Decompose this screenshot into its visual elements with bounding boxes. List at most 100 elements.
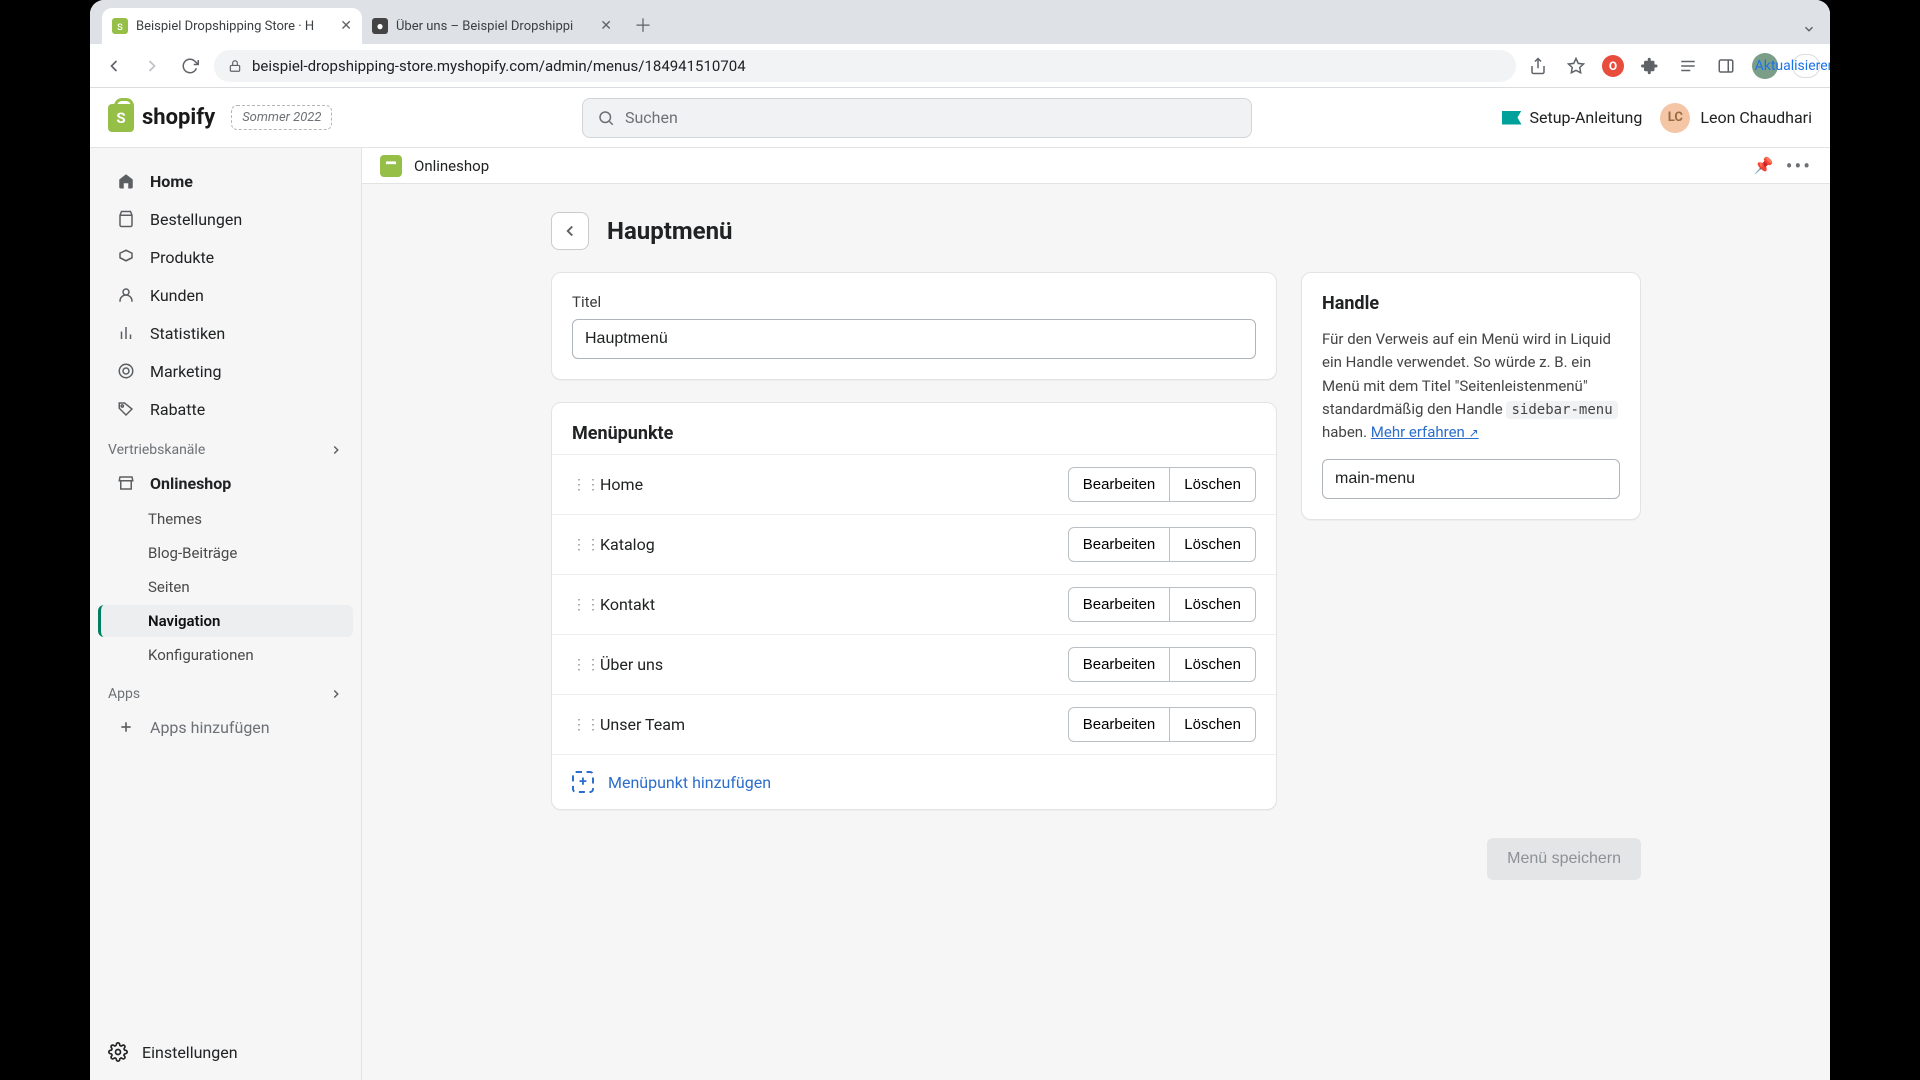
drag-handle-icon[interactable]: ⋮⋮ (572, 657, 586, 673)
drag-handle-icon[interactable]: ⋮⋮ (572, 717, 586, 733)
reading-list-icon[interactable] (1676, 54, 1700, 78)
menu-item-label: Kontakt (600, 595, 1054, 614)
link-text: Mehr erfahren (1371, 423, 1465, 441)
section-label: Vertriebskanäle (108, 442, 205, 458)
drag-handle-icon[interactable]: ⋮⋮ (572, 597, 586, 613)
sidebar-item-settings[interactable]: Einstellungen (108, 1042, 343, 1062)
share-icon[interactable] (1526, 54, 1550, 78)
customers-icon (116, 285, 136, 305)
new-tab-button[interactable]: ＋ (628, 10, 658, 40)
flag-icon (1502, 111, 1522, 125)
drag-handle-icon[interactable]: ⋮⋮ (572, 477, 586, 493)
sidebar-item-analytics[interactable]: Statistiken (98, 315, 353, 351)
sidebar-item-orders[interactable]: Bestellungen (98, 201, 353, 237)
shopify-bag-icon (108, 104, 134, 132)
chevron-down-icon[interactable] (1802, 22, 1816, 36)
desc-code: sidebar-menu (1506, 401, 1617, 419)
drag-handle-icon[interactable]: ⋮⋮ (572, 537, 586, 553)
chevron-right-icon[interactable] (329, 443, 343, 457)
edit-button[interactable]: Bearbeiten (1068, 527, 1171, 562)
adblock-icon[interactable]: O (1602, 55, 1624, 77)
sidebar-sub-blog[interactable]: Blog-Beiträge (98, 537, 353, 569)
search-placeholder: Suchen (625, 108, 678, 127)
pin-icon[interactable]: 📌 (1754, 156, 1774, 175)
address-bar[interactable]: beispiel-dropshipping-store.myshopify.co… (214, 50, 1516, 82)
delete-button[interactable]: Löschen (1170, 707, 1256, 742)
section-label: Apps (108, 686, 140, 702)
marketing-icon (116, 361, 136, 381)
back-icon[interactable] (100, 52, 128, 80)
delete-button[interactable]: Löschen (1170, 467, 1256, 502)
sidebar: Home Bestellungen Produkte Kunden Statis… (90, 148, 362, 1080)
handle-description: Für den Verweis auf ein Menü wird in Liq… (1322, 328, 1620, 445)
learn-more-link[interactable]: Mehr erfahren ↗ (1371, 423, 1479, 441)
handle-card: Handle Für den Verweis auf ein Menü wird… (1301, 272, 1641, 520)
forward-icon[interactable] (138, 52, 166, 80)
context-label: Onlineshop (414, 157, 489, 175)
back-button[interactable] (551, 212, 589, 250)
sidebar-item-home[interactable]: Home (98, 163, 353, 199)
context-bar: Onlineshop 📌 ••• (362, 148, 1830, 184)
setup-guide-button[interactable]: Setup-Anleitung (1502, 108, 1643, 127)
sidebar-item-marketing[interactable]: Marketing (98, 353, 353, 389)
delete-button[interactable]: Löschen (1170, 527, 1256, 562)
edit-button[interactable]: Bearbeiten (1068, 707, 1171, 742)
save-menu-button[interactable]: Menü speichern (1487, 838, 1641, 880)
sidebar-sub-pages[interactable]: Seiten (98, 571, 353, 603)
edit-button[interactable]: Bearbeiten (1068, 467, 1171, 502)
plus-icon (116, 717, 136, 737)
menu-item-row: ⋮⋮ Über uns Bearbeiten Löschen (552, 634, 1276, 694)
sidebar-item-onlineshop[interactable]: Onlineshop (98, 465, 353, 501)
sidebar-item-discounts[interactable]: Rabatte (98, 391, 353, 427)
delete-button[interactable]: Löschen (1170, 587, 1256, 622)
url-text: beispiel-dropshipping-store.myshopify.co… (252, 57, 746, 75)
sidebar-item-label: Marketing (150, 362, 221, 381)
discounts-icon (116, 399, 136, 419)
browser-tab-inactive[interactable]: ● Über uns – Beispiel Dropshippi ✕ (362, 8, 622, 44)
menu-item-label: Home (600, 475, 1054, 494)
browser-tab-strip: s Beispiel Dropshipping Store · H ✕ ● Üb… (90, 0, 1830, 44)
sidebar-item-label: Onlineshop (150, 474, 231, 493)
edit-button[interactable]: Bearbeiten (1068, 647, 1171, 682)
sidebar-item-label: Apps hinzufügen (150, 718, 270, 737)
sidebar-sub-preferences[interactable]: Konfigurationen (98, 639, 353, 671)
sidebar-item-label: Bestellungen (150, 210, 242, 229)
add-menu-item-button[interactable]: + Menüpunkt hinzufügen (552, 754, 1276, 809)
user-menu[interactable]: LC Leon Chaudhari (1660, 103, 1812, 133)
edit-button[interactable]: Bearbeiten (1068, 587, 1171, 622)
sidebar-item-label: Kunden (150, 286, 204, 305)
home-icon (116, 171, 136, 191)
close-icon[interactable]: ✕ (340, 18, 352, 34)
sidebar-sub-themes[interactable]: Themes (98, 503, 353, 535)
chevron-right-icon[interactable] (329, 687, 343, 701)
browser-tab-active[interactable]: s Beispiel Dropshipping Store · H ✕ (102, 8, 362, 44)
plus-dashed-icon: + (572, 771, 594, 793)
sidebar-sub-navigation[interactable]: Navigation (98, 605, 353, 637)
close-icon[interactable]: ✕ (600, 18, 612, 34)
sidebar-item-products[interactable]: Produkte (98, 239, 353, 275)
sidebar-item-add-apps[interactable]: Apps hinzufügen (98, 709, 353, 745)
settings-label: Einstellungen (142, 1043, 238, 1062)
menu-item-label: Über uns (600, 655, 1054, 674)
store-icon (116, 473, 136, 493)
sidepanel-icon[interactable] (1714, 54, 1738, 78)
sidebar-item-customers[interactable]: Kunden (98, 277, 353, 313)
menu-title-input[interactable] (572, 319, 1256, 359)
handle-input[interactable] (1322, 459, 1620, 499)
gear-icon (108, 1042, 128, 1062)
shopify-logo[interactable]: shopify (108, 104, 215, 132)
page-title: Hauptmenü (607, 217, 733, 245)
menu-item-label: Unser Team (600, 715, 1054, 734)
search-input[interactable]: Suchen (582, 98, 1252, 138)
star-icon[interactable] (1564, 54, 1588, 78)
delete-button[interactable]: Löschen (1170, 647, 1256, 682)
reload-icon[interactable] (176, 52, 204, 80)
avatar: LC (1660, 103, 1690, 133)
sidebar-item-label: Produkte (150, 248, 214, 267)
extensions-icon[interactable] (1638, 54, 1662, 78)
browser-update-button[interactable]: Aktualisieren ⋮ (1792, 54, 1820, 78)
more-icon[interactable]: ••• (1786, 154, 1812, 178)
sidebar-section-channels: Vertriebskanäle (90, 428, 361, 464)
season-badge: Sommer 2022 (231, 105, 332, 130)
orders-icon (116, 209, 136, 229)
